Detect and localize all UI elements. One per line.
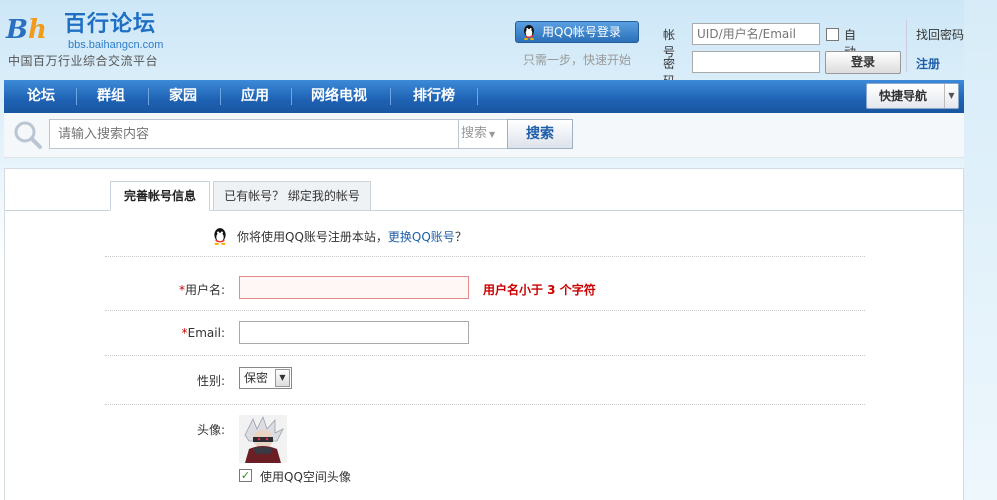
forgot-password-link[interactable]: 找回密码 <box>916 26 964 43</box>
avatar <box>239 415 287 463</box>
email-label-text: Email: <box>187 326 225 340</box>
search-type-label: 搜索 <box>461 126 488 141</box>
username-label: *用户名: <box>105 281 225 298</box>
chevron-down-icon: ▼ <box>275 369 290 387</box>
register-link[interactable]: 注册 <box>916 55 940 72</box>
row-divider <box>105 310 865 311</box>
nav-separator <box>291 88 292 105</box>
search-bar: 搜索▼ 搜索 <box>4 113 964 158</box>
password-input[interactable] <box>692 51 820 73</box>
nav-separator <box>148 88 149 105</box>
row-divider <box>105 355 865 356</box>
logo-url: bbs.baihangcn.com <box>68 39 164 51</box>
nav-item-home[interactable]: 家园 <box>154 80 212 113</box>
logo-title: 百行论坛 <box>64 12 157 37</box>
caret-down-icon: ▼ <box>489 130 496 139</box>
logo-mark-icon: Bh <box>6 15 47 45</box>
notice-prefix: 你将使用QQ账号注册本站， <box>237 230 388 244</box>
login-divider <box>906 20 907 72</box>
notice-suffix: ？ <box>454 230 467 244</box>
site-logo[interactable]: Bh 百行论坛 bbs.baihangcn.com 中国百万行业综合交流平台 <box>6 12 196 68</box>
qq-penguin-icon <box>521 24 537 46</box>
nav-separator <box>76 88 77 105</box>
site-header: Bh 百行论坛 bbs.baihangcn.com 中国百万行业综合交流平台 用… <box>0 0 997 93</box>
tab-bind-account[interactable]: 已有帐号？ 绑定我的帐号 <box>213 181 371 211</box>
search-input[interactable] <box>49 119 459 149</box>
nav-item-groups[interactable]: 群组 <box>82 80 140 113</box>
qq-login-tip: 只需一步，快速开始 <box>523 53 632 67</box>
quick-nav-button[interactable]: 快捷导航 ▼ <box>866 83 959 109</box>
qq-penguin-icon <box>211 227 229 248</box>
quick-nav-label: 快捷导航 <box>879 89 928 103</box>
tab-complete-account[interactable]: 完善帐号信息 <box>110 181 210 211</box>
row-divider <box>105 256 865 257</box>
row-divider <box>105 404 865 405</box>
qq-login-button[interactable]: 用QQ帐号登录 <box>515 21 639 43</box>
chevron-down-icon: ▼ <box>944 84 958 108</box>
main-nav: 论坛 群组 家园 应用 网络电视 排行榜 <box>4 80 964 113</box>
nav-item-forum[interactable]: 论坛 <box>12 80 70 113</box>
nav-item-rankings[interactable]: 排行榜 <box>396 80 472 113</box>
search-icon <box>12 120 44 153</box>
qq-login-label: 用QQ帐号登录 <box>542 25 621 39</box>
login-button[interactable]: 登录 <box>825 51 901 74</box>
logo-slogan: 中国百万行业综合交流平台 <box>8 54 159 68</box>
use-qq-avatar-checkbox[interactable]: ✓ <box>239 469 252 482</box>
email-label: *Email: <box>105 326 225 340</box>
notice-text: 你将使用QQ账号注册本站，更换QQ账号？ <box>237 228 467 245</box>
register-panel: 完善帐号信息 已有帐号？ 绑定我的帐号 你将使用QQ账号注册本站，更换QQ账号？… <box>4 168 964 500</box>
search-type-select[interactable]: 搜索 ▼ <box>459 119 508 149</box>
username-error-message: 用户名小于 3 个字符 <box>483 283 596 297</box>
nav-separator <box>220 88 221 105</box>
auto-login-checkbox[interactable] <box>826 28 839 41</box>
nav-separator <box>477 88 478 105</box>
use-qq-avatar-label: 使用QQ空间头像 <box>260 470 351 484</box>
gender-label: 性别: <box>196 374 225 388</box>
nav-item-apps[interactable]: 应用 <box>226 80 284 113</box>
username-label-text: 用户名: <box>184 283 225 297</box>
nav-separator <box>390 88 391 105</box>
search-button[interactable]: 搜索 <box>507 119 573 149</box>
email-input[interactable] <box>239 321 469 344</box>
gender-select[interactable]: 保密 ▼ <box>239 367 292 389</box>
avatar-label: 头像: <box>196 423 225 437</box>
gender-value: 保密 <box>244 371 269 385</box>
account-input[interactable] <box>692 23 820 45</box>
change-qq-account-link[interactable]: 更换QQ账号 <box>388 230 455 244</box>
nav-item-web-tv[interactable]: 网络电视 <box>297 80 381 113</box>
username-input[interactable] <box>239 276 469 299</box>
